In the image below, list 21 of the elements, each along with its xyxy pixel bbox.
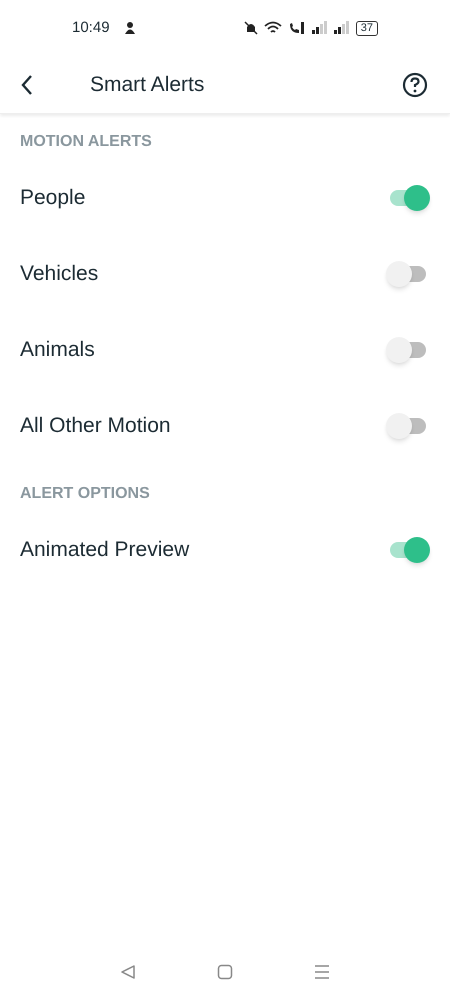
call-icon (288, 21, 306, 35)
setting-label: Animated Preview (20, 537, 190, 564)
menu-icon[interactable] (314, 965, 330, 979)
setting-label: Vehicles (20, 261, 98, 288)
wifi-icon (264, 21, 282, 35)
setting-label: All Other Motion (20, 413, 171, 440)
signal-icon (312, 21, 328, 35)
help-icon (402, 72, 428, 98)
help-button[interactable] (402, 70, 430, 98)
chevron-left-icon (20, 74, 34, 96)
page-title: Smart Alerts (90, 72, 206, 98)
battery-indicator: 37 (356, 20, 378, 36)
mute-icon (244, 21, 258, 35)
signal-icon (334, 21, 350, 35)
status-time: 10:49 (72, 18, 110, 38)
home-icon[interactable] (216, 964, 233, 980)
setting-label: Animals (20, 337, 95, 364)
back-icon[interactable] (120, 964, 136, 980)
section-header: MOTION ALERTS (19, 132, 153, 152)
setting-label: People (20, 185, 86, 212)
section-header: ALERT OPTIONS (19, 484, 151, 504)
